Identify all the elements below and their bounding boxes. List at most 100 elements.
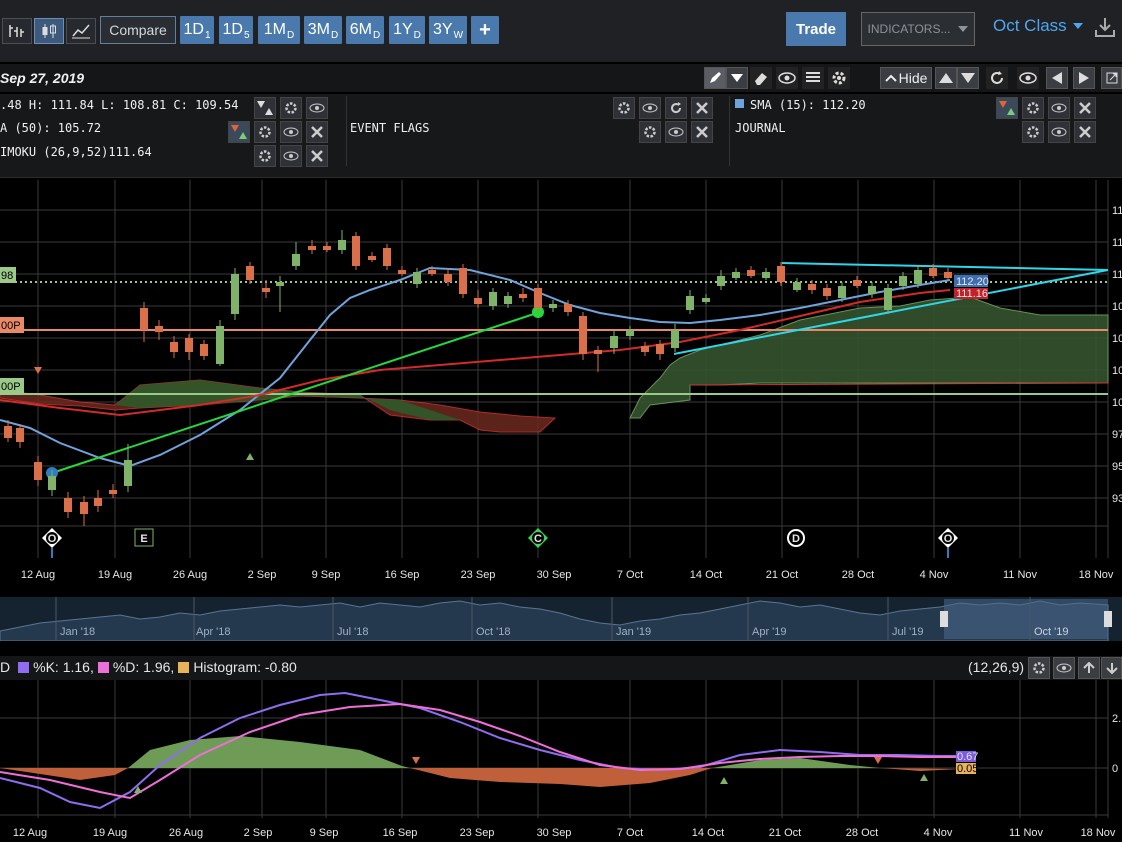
- close-icon[interactable]: [691, 97, 713, 119]
- arrow-up-icon[interactable]: [935, 67, 957, 89]
- period-6m-button[interactable]: 6M D: [346, 16, 384, 44]
- compare-button[interactable]: Compare: [100, 16, 176, 44]
- eraser-icon[interactable]: [750, 67, 772, 89]
- arrow-down-icon[interactable]: [1101, 657, 1122, 679]
- candle-body: [717, 276, 725, 286]
- candle-body: [155, 326, 163, 332]
- gear-icon[interactable]: [613, 97, 635, 119]
- arrow-right-icon[interactable]: [1073, 67, 1095, 89]
- candle-body: [504, 296, 512, 304]
- navigator-handle-right[interactable]: [1104, 611, 1112, 627]
- close-icon[interactable]: [306, 121, 328, 143]
- time-axis-label: 28 Oct: [842, 569, 874, 581]
- gear-icon[interactable]: [1028, 657, 1050, 679]
- eye-icon[interactable]: [280, 145, 302, 167]
- refresh-icon[interactable]: [665, 97, 687, 119]
- close-icon[interactable]: [691, 121, 713, 143]
- indicators-dropdown[interactable]: INDICATORS...: [861, 12, 975, 46]
- event-marker-e[interactable]: E: [134, 528, 154, 547]
- time-axis-label: 28 Oct: [846, 827, 878, 839]
- time-axis-label: 19 Aug: [93, 827, 127, 839]
- close-icon[interactable]: [1074, 121, 1096, 143]
- candle-body: [853, 280, 861, 286]
- eye-icon[interactable]: [1048, 97, 1070, 119]
- close-icon[interactable]: [1074, 97, 1096, 119]
- eye-icon[interactable]: [1048, 121, 1070, 143]
- price-chart[interactable]: O E C D O 98 00P 00P 112.20 111.16 11 11…: [0, 180, 1122, 594]
- candle-body: [762, 272, 770, 278]
- period-1d1-button[interactable]: 1D 1: [180, 16, 214, 44]
- gear-icon[interactable]: [254, 145, 276, 167]
- arrow-left-icon[interactable]: [1046, 67, 1068, 89]
- line-chart-icon[interactable]: [66, 18, 96, 44]
- period-1m-button[interactable]: 1M D: [258, 16, 300, 44]
- event-marker-d[interactable]: D: [787, 529, 805, 547]
- eye-icon[interactable]: [280, 121, 302, 143]
- top-toolbar: Compare 1D 1 1D 5 1M D 3M D 6M D 1Y D 3Y W + Tr…: [0, 0, 1122, 62]
- navigator-label: Oct '18: [476, 626, 511, 638]
- gear-icon[interactable]: [280, 97, 302, 119]
- add-period-button[interactable]: +: [471, 16, 499, 44]
- candle-body: [109, 490, 117, 494]
- period-1y-button[interactable]: 1Y D: [389, 16, 425, 44]
- color-triangle-icon[interactable]: [228, 121, 250, 143]
- arrow-up-icon[interactable]: [1078, 657, 1100, 679]
- d-readout: %D: 1.96,: [112, 659, 175, 675]
- chevron-down-icon[interactable]: [726, 67, 748, 89]
- eye-icon[interactable]: [665, 121, 687, 143]
- time-axis-label: 14 Oct: [692, 827, 724, 839]
- account-dropdown[interactable]: Oct Class: [993, 16, 1083, 36]
- period-label: 1D: [222, 21, 243, 38]
- gear-icon[interactable]: [639, 121, 661, 143]
- color-triangle-icon[interactable]: [996, 97, 1018, 119]
- chevron-up-icon: [884, 74, 897, 82]
- eye-icon[interactable]: [1053, 657, 1075, 679]
- ichimoku-readout: IMOKU (26,9,52)111.64: [0, 145, 152, 159]
- eye-icon[interactable]: [306, 97, 328, 119]
- time-axis-label: 2 Sep: [244, 827, 273, 839]
- gear-icon[interactable]: [254, 121, 276, 143]
- arrow-down-icon[interactable]: [957, 67, 979, 89]
- candle-body: [34, 462, 42, 480]
- candle-body: [808, 284, 816, 290]
- candle-body: [140, 308, 148, 330]
- candlestick-icon[interactable]: [34, 18, 64, 44]
- gear-icon[interactable]: [828, 67, 850, 89]
- candle-body: [292, 254, 300, 266]
- navigator-selection[interactable]: [944, 599, 1108, 639]
- macd-prefix: D: [0, 659, 11, 675]
- range-navigator[interactable]: Jan '18 Apr '18 Jul '18 Oct '18 Jan '19 …: [0, 597, 1122, 641]
- refresh-icon[interactable]: [986, 67, 1008, 89]
- period-sub: D: [287, 29, 295, 41]
- candle-body: [489, 292, 497, 306]
- eye-icon[interactable]: [1017, 67, 1039, 89]
- event-marker-label: O: [48, 533, 57, 545]
- list-icon[interactable]: [802, 67, 824, 89]
- gear-icon[interactable]: [1022, 121, 1044, 143]
- period-1d5-button[interactable]: 1D 5: [219, 16, 253, 44]
- candle-body: [170, 342, 178, 352]
- period-3m-button[interactable]: 3M D: [304, 16, 342, 44]
- legend-divider: [346, 96, 347, 166]
- last-price-label: 112.20: [956, 276, 989, 288]
- pencil-icon[interactable]: [704, 67, 726, 89]
- gear-icon[interactable]: [1022, 97, 1044, 119]
- expand-icon[interactable]: [1101, 67, 1122, 89]
- candle-body: [732, 272, 740, 278]
- trade-button[interactable]: Trade: [786, 12, 846, 46]
- macd-chart[interactable]: 0.67 0.05 2. 0 12 Aug 19 Aug 26 Aug 2 Se…: [0, 680, 1122, 842]
- close-icon[interactable]: [306, 145, 328, 167]
- hide-button[interactable]: Hide: [880, 67, 932, 89]
- period-sub: 5: [243, 29, 250, 41]
- period-3y-button[interactable]: 3Y W: [429, 16, 467, 44]
- time-axis-label: 16 Sep: [385, 569, 420, 581]
- bar-chart-icon[interactable]: [2, 18, 32, 44]
- time-axis-label: 23 Sep: [461, 569, 496, 581]
- color-triangle-icon[interactable]: [254, 97, 276, 119]
- navigator-handle-left[interactable]: [940, 611, 948, 627]
- candle-body: [48, 476, 56, 490]
- price-tag-label: 98: [1, 270, 13, 282]
- download-icon[interactable]: [1094, 16, 1116, 43]
- eye-icon[interactable]: [776, 67, 798, 89]
- eye-icon[interactable]: [639, 97, 661, 119]
